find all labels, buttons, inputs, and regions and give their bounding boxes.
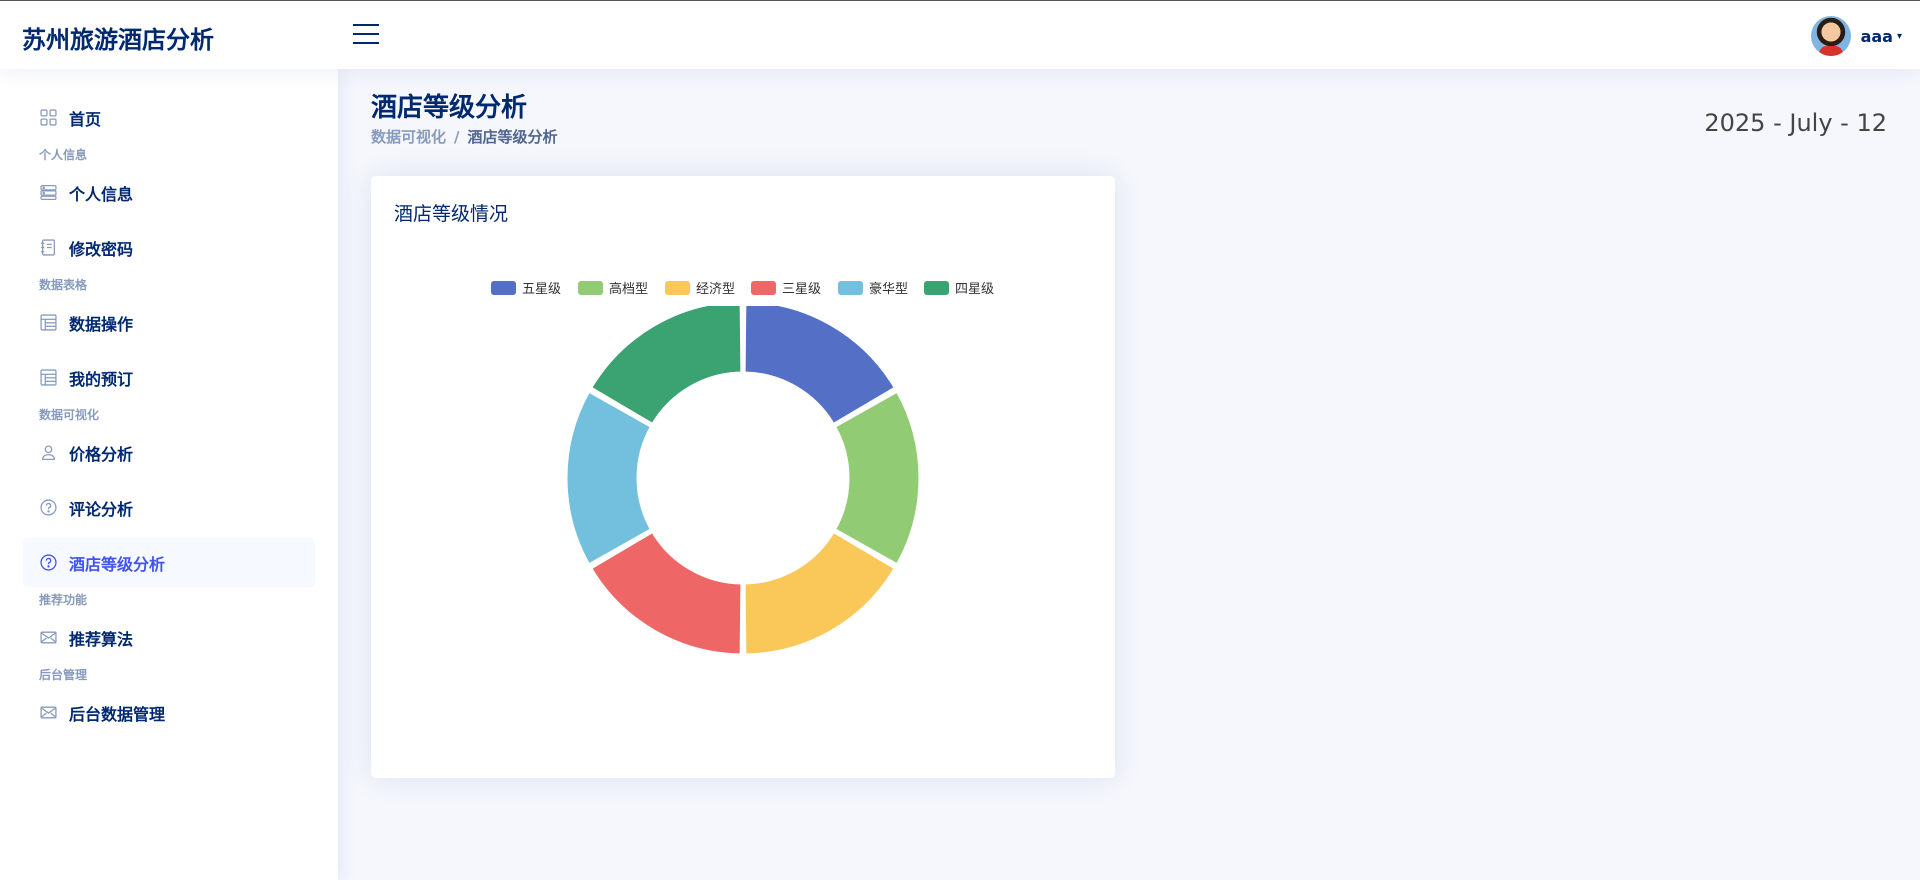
table-icon [39,369,57,387]
grid-icon [39,109,57,127]
person-icon [39,444,57,462]
sidebar-item-label: 价格分析 [69,444,134,464]
sidebar-item-3[interactable]: 修改密码 [23,223,315,272]
legend-label: 经济型 [696,282,736,297]
app-logo-title[interactable]: 苏州旅游酒店分析 [22,20,214,55]
breadcrumb-current: 酒店等级分析 [467,128,558,146]
legend-swatch [924,280,949,295]
server-icon [39,184,57,202]
sidebar-item-12[interactable]: 推荐算法 [23,613,315,662]
breadcrumb-link-visualization[interactable]: 数据可视化 [371,128,446,146]
legend-item[interactable]: 五星级 [491,278,561,297]
sidebar-item-14[interactable]: 后台数据管理 [23,688,315,737]
card-title: 酒店等级情况 [394,203,509,225]
legend-swatch [838,280,863,295]
sidebar-item-0[interactable]: 首页 [23,93,315,142]
legend-label: 高档型 [609,282,649,297]
avatar [1810,16,1851,56]
sidebar-item-label: 推荐算法 [69,629,134,649]
envelope-icon [39,629,57,647]
question-circle-icon [39,554,57,572]
legend-label: 四星级 [955,282,995,297]
top-header: 苏州旅游酒店分析 aaa ▾ [0,0,1920,69]
sidebar-item-6[interactable]: 我的预订 [23,353,315,402]
nav-heading: 个人信息 [39,148,88,162]
page-title-block: 酒店等级分析 数据可视化 / 酒店等级分析 [371,92,558,147]
user-name: aaa [1860,26,1893,46]
menu-toggle-icon[interactable] [353,23,379,45]
sidebar-item-label: 我的预订 [69,369,134,389]
question-circle-icon [39,499,57,517]
legend-label: 五星级 [522,282,562,297]
chart-legend: 五星级 高档型 经济型 三星级 豪华型 四星级 [371,278,1115,298]
current-date: 2025 - July - 12 [1704,109,1887,137]
legend-label: 三星级 [782,282,822,297]
donut-chart [564,306,922,657]
sidebar: 首页 个人信息 个人信息 修改密码 数据表格 数据操作 我的预订 数据可视化 价格分析 评论分析酒… [0,69,338,880]
user-menu[interactable]: aaa ▾ [1810,16,1902,56]
sidebar-item-label: 首页 [69,109,102,129]
legend-item[interactable]: 高档型 [578,278,648,297]
sidebar-item-8[interactable]: 价格分析 [23,428,315,477]
sidebar-item-2[interactable]: 个人信息 [23,168,315,217]
table-icon [39,314,57,332]
sidebar-item-label: 个人信息 [69,184,134,204]
nav-heading: 推荐功能 [39,593,88,607]
nav-heading: 后台管理 [39,668,88,682]
sidebar-item-label: 数据操作 [69,314,134,334]
legend-item[interactable]: 豪华型 [838,278,908,297]
legend-item[interactable]: 经济型 [665,278,735,297]
sidebar-item-9[interactable]: 评论分析 [23,483,315,532]
sidebar-item-10[interactable]: 酒店等级分析 [23,538,315,587]
legend-swatch [578,280,603,295]
chart-card: 酒店等级情况 五星级 高档型 经济型 三星级 豪华型 四星级 [371,176,1115,778]
sidebar-item-label: 修改密码 [69,239,134,259]
legend-swatch [665,280,690,295]
legend-label: 豪华型 [869,282,909,297]
journal-icon [39,239,57,257]
legend-item[interactable]: 四星级 [924,278,994,297]
legend-item[interactable]: 三星级 [751,278,821,297]
sidebar-item-5[interactable]: 数据操作 [23,298,315,347]
legend-swatch [491,280,516,295]
legend-swatch [751,280,776,295]
sidebar-item-label: 评论分析 [69,499,134,519]
nav-heading: 数据可视化 [39,408,100,422]
sidebar-item-label: 酒店等级分析 [69,554,166,574]
page-title: 酒店等级分析 [371,93,528,123]
envelope-icon [39,704,57,722]
breadcrumb-separator: / [454,128,460,146]
nav-heading: 数据表格 [39,278,88,292]
caret-down-icon: ▾ [1896,30,1902,42]
breadcrumb: 数据可视化 / 酒店等级分析 [371,126,558,147]
sidebar-item-label: 后台数据管理 [69,704,166,724]
